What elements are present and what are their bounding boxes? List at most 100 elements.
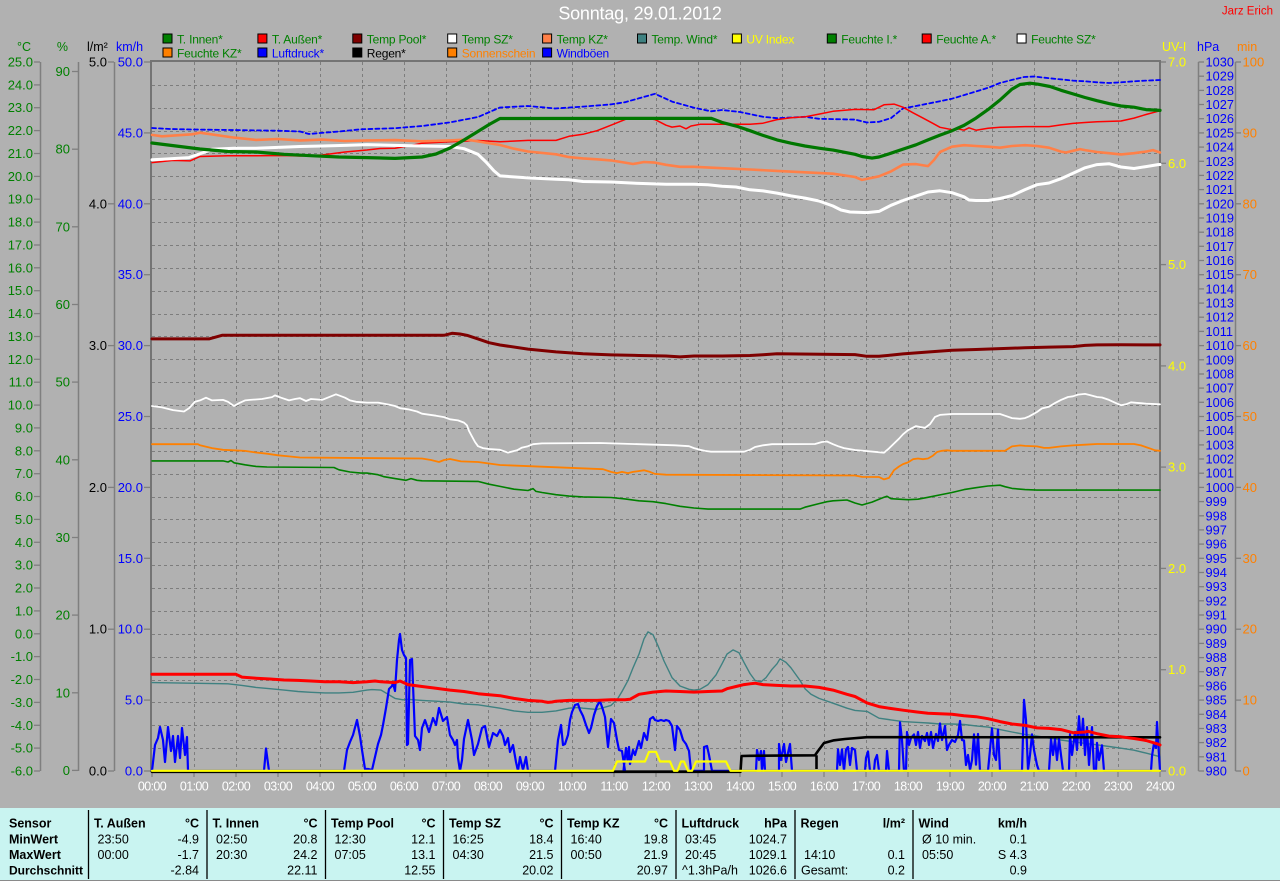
svg-text:19.0: 19.0: [8, 192, 33, 207]
svg-text:Feuchte SZ*: Feuchte SZ*: [1031, 33, 1096, 47]
svg-text:5.0: 5.0: [89, 55, 107, 70]
svg-text:23:50: 23:50: [98, 832, 129, 846]
svg-text:1.0: 1.0: [89, 622, 107, 637]
svg-text:1005: 1005: [1206, 409, 1234, 424]
svg-text:1016: 1016: [1206, 253, 1234, 268]
svg-text:1008: 1008: [1206, 367, 1234, 382]
svg-text:1024: 1024: [1206, 140, 1234, 155]
svg-text:1021: 1021: [1206, 182, 1234, 197]
svg-text:992: 992: [1206, 593, 1227, 608]
svg-text:-3.0: -3.0: [11, 695, 33, 710]
svg-text:18:00: 18:00: [894, 780, 923, 794]
svg-text:985: 985: [1206, 693, 1227, 708]
svg-text:02:00: 02:00: [222, 780, 251, 794]
svg-text:30: 30: [1243, 551, 1257, 566]
svg-text:15.0: 15.0: [118, 551, 143, 566]
svg-text:1000: 1000: [1206, 480, 1234, 495]
svg-text:4.0: 4.0: [15, 535, 33, 550]
svg-text:40: 40: [56, 452, 70, 467]
svg-text:MaxWert: MaxWert: [9, 848, 62, 862]
svg-text:Temp. Wind*: Temp. Wind*: [652, 33, 718, 47]
svg-text:996: 996: [1206, 537, 1227, 552]
svg-text:11:00: 11:00: [600, 780, 628, 794]
svg-text:Jarz Erich: Jarz Erich: [1222, 6, 1273, 18]
svg-text:Windböen: Windböen: [557, 47, 609, 61]
svg-text:05:00: 05:00: [348, 780, 377, 794]
svg-text:80: 80: [1243, 196, 1257, 211]
svg-text:24.0: 24.0: [8, 77, 33, 92]
svg-text:02:50: 02:50: [216, 832, 247, 846]
svg-text:1009: 1009: [1206, 352, 1234, 367]
svg-text:0.0: 0.0: [125, 764, 143, 779]
svg-text:1026.6: 1026.6: [749, 863, 787, 877]
svg-text:Durchschnitt: Durchschnitt: [9, 863, 83, 877]
svg-text:S 4.3: S 4.3: [998, 848, 1027, 862]
svg-text:Sonntag, 29.01.2012: Sonntag, 29.01.2012: [558, 3, 722, 23]
svg-text:16:40: 16:40: [571, 832, 602, 846]
svg-text:19.8: 19.8: [644, 832, 668, 846]
svg-text:MinWert: MinWert: [9, 832, 59, 846]
svg-text:1006: 1006: [1206, 395, 1234, 410]
svg-text:16:00: 16:00: [810, 780, 839, 794]
svg-text:20:30: 20:30: [216, 848, 247, 862]
svg-text:13.0: 13.0: [8, 329, 33, 344]
svg-text:hPa: hPa: [764, 817, 788, 831]
svg-text:km/h: km/h: [998, 817, 1027, 831]
svg-text:50: 50: [56, 375, 70, 390]
svg-text:35.0: 35.0: [118, 267, 143, 282]
svg-text:08:00: 08:00: [474, 780, 503, 794]
svg-text:981: 981: [1206, 749, 1227, 764]
svg-text:15:00: 15:00: [768, 780, 797, 794]
svg-text:19:00: 19:00: [936, 780, 965, 794]
svg-text:03:45: 03:45: [685, 832, 716, 846]
svg-text:3.0: 3.0: [15, 558, 33, 573]
svg-text:995: 995: [1206, 551, 1227, 566]
svg-text:min: min: [1237, 40, 1257, 54]
svg-text:00:00: 00:00: [138, 780, 167, 794]
svg-text:21.9: 21.9: [644, 848, 668, 862]
svg-text:11.0: 11.0: [9, 375, 33, 390]
svg-text:15.0: 15.0: [8, 283, 33, 298]
svg-text:01:00: 01:00: [180, 780, 209, 794]
svg-text:-2.0: -2.0: [11, 672, 33, 687]
svg-text:1022: 1022: [1206, 168, 1234, 183]
svg-text:3.0: 3.0: [1168, 460, 1186, 475]
svg-text:9.0: 9.0: [15, 420, 33, 435]
svg-text:12:30: 12:30: [335, 832, 366, 846]
svg-text:-4.0: -4.0: [11, 718, 33, 733]
svg-text:Temp Pool*: Temp Pool*: [367, 33, 427, 47]
svg-text:-1.7: -1.7: [177, 848, 199, 862]
svg-text:09:00: 09:00: [516, 780, 545, 794]
svg-text:24:00: 24:00: [1146, 780, 1175, 794]
svg-text:60: 60: [56, 297, 70, 312]
svg-text:km/h: km/h: [116, 40, 143, 54]
svg-text:90: 90: [56, 64, 70, 79]
svg-text:l/m²: l/m²: [87, 40, 108, 54]
svg-text:1018: 1018: [1206, 225, 1234, 240]
svg-text:0: 0: [1243, 764, 1250, 779]
svg-text:0: 0: [63, 763, 70, 778]
svg-text:20: 20: [56, 608, 70, 623]
svg-text:1001: 1001: [1206, 466, 1234, 481]
svg-text:991: 991: [1206, 608, 1227, 623]
svg-text:06:00: 06:00: [390, 780, 419, 794]
svg-text:1003: 1003: [1206, 437, 1234, 452]
svg-text:10.0: 10.0: [118, 622, 143, 637]
svg-text:17.0: 17.0: [8, 238, 33, 253]
svg-text:17:00: 17:00: [852, 780, 881, 794]
svg-text:30: 30: [56, 530, 70, 545]
svg-text:UV-I: UV-I: [1162, 40, 1186, 54]
svg-text:10: 10: [1243, 693, 1257, 708]
svg-text:20: 20: [1243, 622, 1257, 637]
svg-text:3.0: 3.0: [89, 338, 107, 353]
svg-text:999: 999: [1206, 494, 1227, 509]
svg-text:50: 50: [1243, 409, 1257, 424]
svg-text:70: 70: [56, 219, 70, 234]
svg-text:Luftdruck: Luftdruck: [682, 817, 740, 831]
svg-text:20.02: 20.02: [522, 863, 553, 877]
svg-text:Wind: Wind: [919, 817, 949, 831]
svg-text:50.0: 50.0: [118, 55, 143, 70]
svg-text:21:00: 21:00: [1020, 780, 1049, 794]
svg-text:-6.0: -6.0: [11, 764, 33, 779]
svg-text:Regen: Regen: [801, 817, 839, 831]
